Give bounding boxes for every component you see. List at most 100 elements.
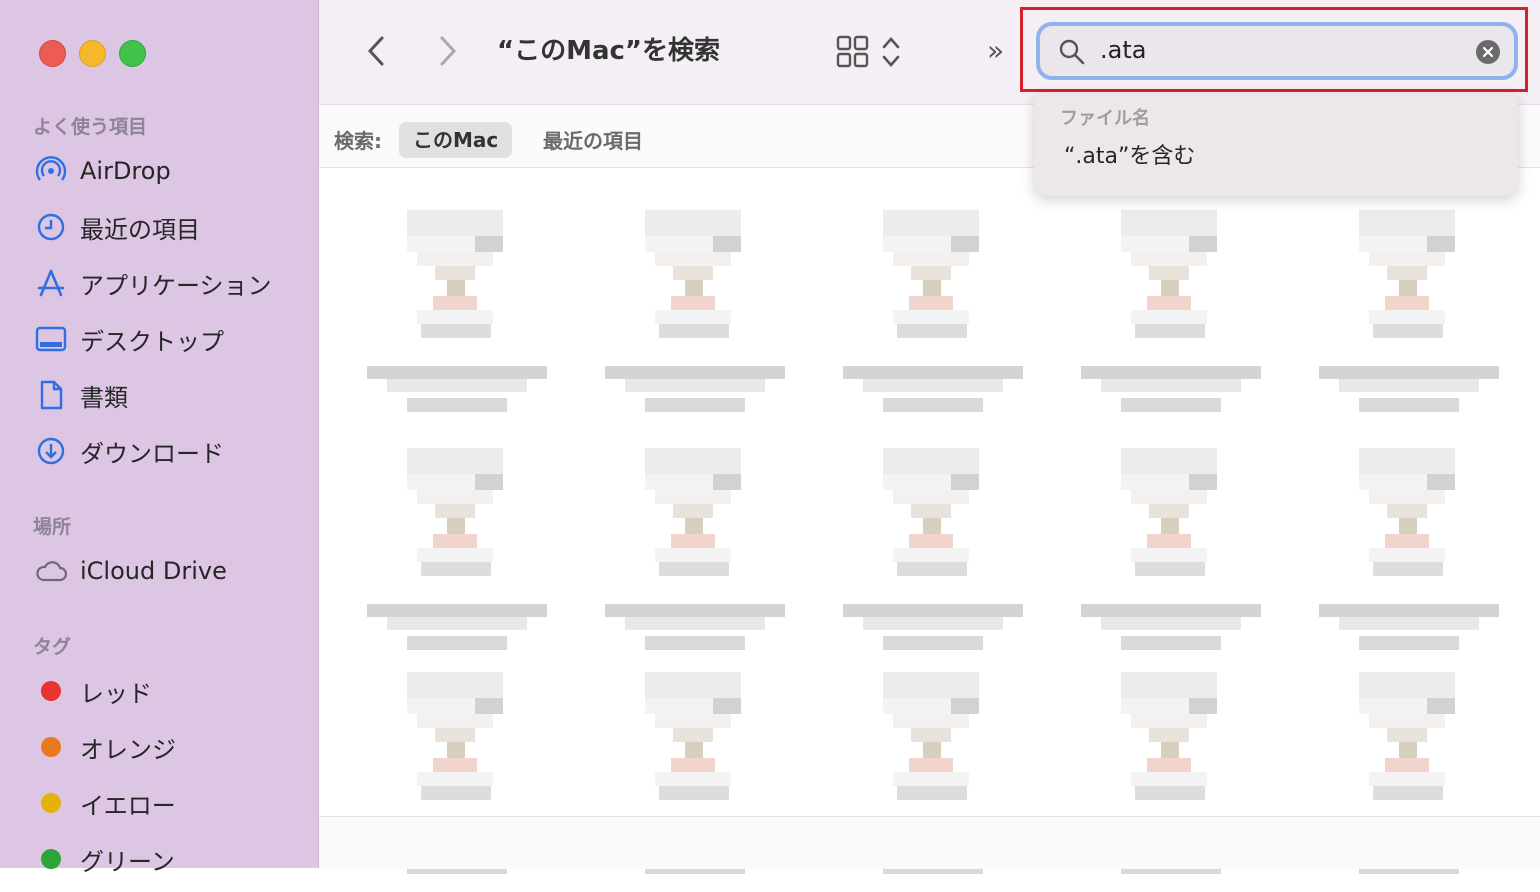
zoom-window-button[interactable] — [119, 40, 146, 67]
thumbnail-pixel-block — [475, 698, 503, 714]
sidebar-item-applications[interactable]: アプリケーション — [34, 263, 304, 303]
toolbar-overflow-button[interactable]: » — [987, 34, 1004, 67]
sidebar-item-downloads[interactable]: ダウンロード — [34, 431, 304, 471]
thumbnail-pixel-block — [655, 490, 731, 504]
sidebar-item-recents[interactable]: 最近の項目 — [34, 207, 304, 247]
tags-section-title: タグ — [33, 636, 72, 658]
forward-button[interactable] — [428, 30, 468, 72]
name-pixel-block — [1101, 617, 1241, 630]
file-name-blurred — [357, 366, 557, 420]
suggestion-filename-contains[interactable]: “.ata”を含む — [1064, 138, 1195, 170]
scope-this-mac-button[interactable]: このMac — [399, 122, 513, 158]
thumbnail-pixel-block — [645, 672, 741, 698]
name-pixel-block — [1101, 379, 1241, 392]
file-name-blurred — [833, 604, 1033, 658]
sidebar-item-desktop[interactable]: デスクトップ — [34, 319, 304, 359]
name-pixel-block — [1081, 366, 1261, 379]
thumbnail-pixel-block — [1149, 266, 1189, 280]
chevron-left-icon — [367, 36, 384, 66]
thumbnail-pixel-block — [407, 210, 503, 236]
thumbnail-pixel-block — [417, 548, 493, 562]
download-icon — [34, 434, 68, 468]
sidebar-item-airdrop[interactable]: AirDrop — [34, 151, 304, 191]
file-thumbnail — [1121, 210, 1217, 348]
thumbnail-pixel-block — [1359, 474, 1427, 490]
thumbnail-pixel-block — [1161, 742, 1179, 758]
file-item[interactable] — [595, 448, 795, 668]
tag-color-dot — [41, 737, 61, 757]
file-name-blurred — [1309, 604, 1509, 658]
thumbnail-pixel-block — [883, 210, 979, 236]
thumbnail-pixel-block — [417, 490, 493, 504]
file-item[interactable] — [1309, 448, 1509, 668]
thumbnail-pixel-block — [1369, 548, 1445, 562]
search-results-grid — [319, 168, 1540, 874]
status-bar — [319, 816, 1540, 869]
thumbnail-pixel-block — [893, 714, 969, 728]
thumbnail-pixel-block — [883, 448, 979, 474]
document-icon — [34, 378, 68, 412]
name-pixel-block — [843, 604, 1023, 617]
search-field[interactable]: .ata — [1036, 22, 1518, 80]
thumbnail-pixel-block — [923, 742, 941, 758]
name-pixel-block — [1359, 398, 1459, 412]
thumbnail-pixel-block — [1147, 758, 1191, 772]
favorites-section-title: よく使う項目 — [33, 116, 148, 138]
suggestion-section-title: ファイル名 — [1060, 108, 1150, 129]
file-thumbnail — [883, 672, 979, 810]
file-thumbnail — [883, 210, 979, 348]
name-pixel-block — [863, 617, 1003, 630]
chevron-up-down-icon — [882, 37, 900, 67]
sidebar-item-label: アプリケーション — [80, 271, 272, 300]
minimize-window-button[interactable] — [79, 40, 106, 67]
thumbnail-pixel-block — [1369, 252, 1445, 266]
thumbnail-pixel-block — [1427, 698, 1455, 714]
thumbnail-pixel-block — [1149, 504, 1189, 518]
name-pixel-block — [625, 379, 765, 392]
file-name-blurred — [1309, 366, 1509, 420]
thumbnail-pixel-block — [421, 324, 491, 338]
thumbnail-pixel-block — [673, 504, 713, 518]
thumbnail-pixel-block — [1121, 672, 1217, 698]
sidebar-item-icloud-drive[interactable]: iCloud Drive — [34, 551, 304, 591]
file-item[interactable] — [833, 448, 1033, 668]
file-thumbnail — [1359, 672, 1455, 810]
file-item[interactable] — [1071, 448, 1271, 668]
thumbnail-pixel-block — [655, 714, 731, 728]
search-input[interactable]: .ata — [1100, 36, 1146, 64]
close-window-button[interactable] — [39, 40, 66, 67]
file-item[interactable] — [595, 210, 795, 430]
sidebar-tag-orange[interactable]: オレンジ — [34, 727, 304, 767]
thumbnail-pixel-block — [1359, 698, 1427, 714]
scope-recents-button[interactable]: 最近の項目 — [543, 125, 643, 154]
sidebar-tag-yellow[interactable]: イエロー — [34, 783, 304, 823]
name-pixel-block — [407, 398, 507, 412]
clear-search-button[interactable] — [1476, 40, 1500, 64]
thumbnail-pixel-block — [951, 474, 979, 490]
file-item[interactable] — [1071, 210, 1271, 430]
file-item[interactable] — [357, 448, 557, 668]
thumbnail-pixel-block — [1427, 236, 1455, 252]
sidebar-tag-red[interactable]: レッド — [34, 671, 304, 711]
file-item[interactable] — [357, 210, 557, 430]
file-item[interactable] — [1309, 210, 1509, 430]
thumbnail-pixel-block — [923, 518, 941, 534]
thumbnail-pixel-block — [1399, 518, 1417, 534]
thumbnail-pixel-block — [1121, 698, 1189, 714]
name-pixel-block — [367, 366, 547, 379]
airdrop-icon — [34, 154, 68, 188]
view-mode-button[interactable] — [831, 34, 901, 70]
sidebar-tag-green[interactable]: グリーン — [34, 839, 304, 879]
search-icon — [1059, 39, 1085, 65]
tag-color-dot — [41, 849, 61, 869]
name-pixel-block — [407, 636, 507, 650]
thumbnail-pixel-block — [897, 324, 967, 338]
thumbnail-pixel-block — [1385, 758, 1429, 772]
file-thumbnail — [645, 448, 741, 586]
sidebar-item-documents[interactable]: 書類 — [34, 375, 304, 415]
back-button[interactable] — [356, 30, 396, 72]
file-item[interactable] — [833, 210, 1033, 430]
thumbnail-pixel-block — [1387, 266, 1427, 280]
thumbnail-pixel-block — [1131, 772, 1207, 786]
file-name-blurred — [595, 366, 795, 420]
